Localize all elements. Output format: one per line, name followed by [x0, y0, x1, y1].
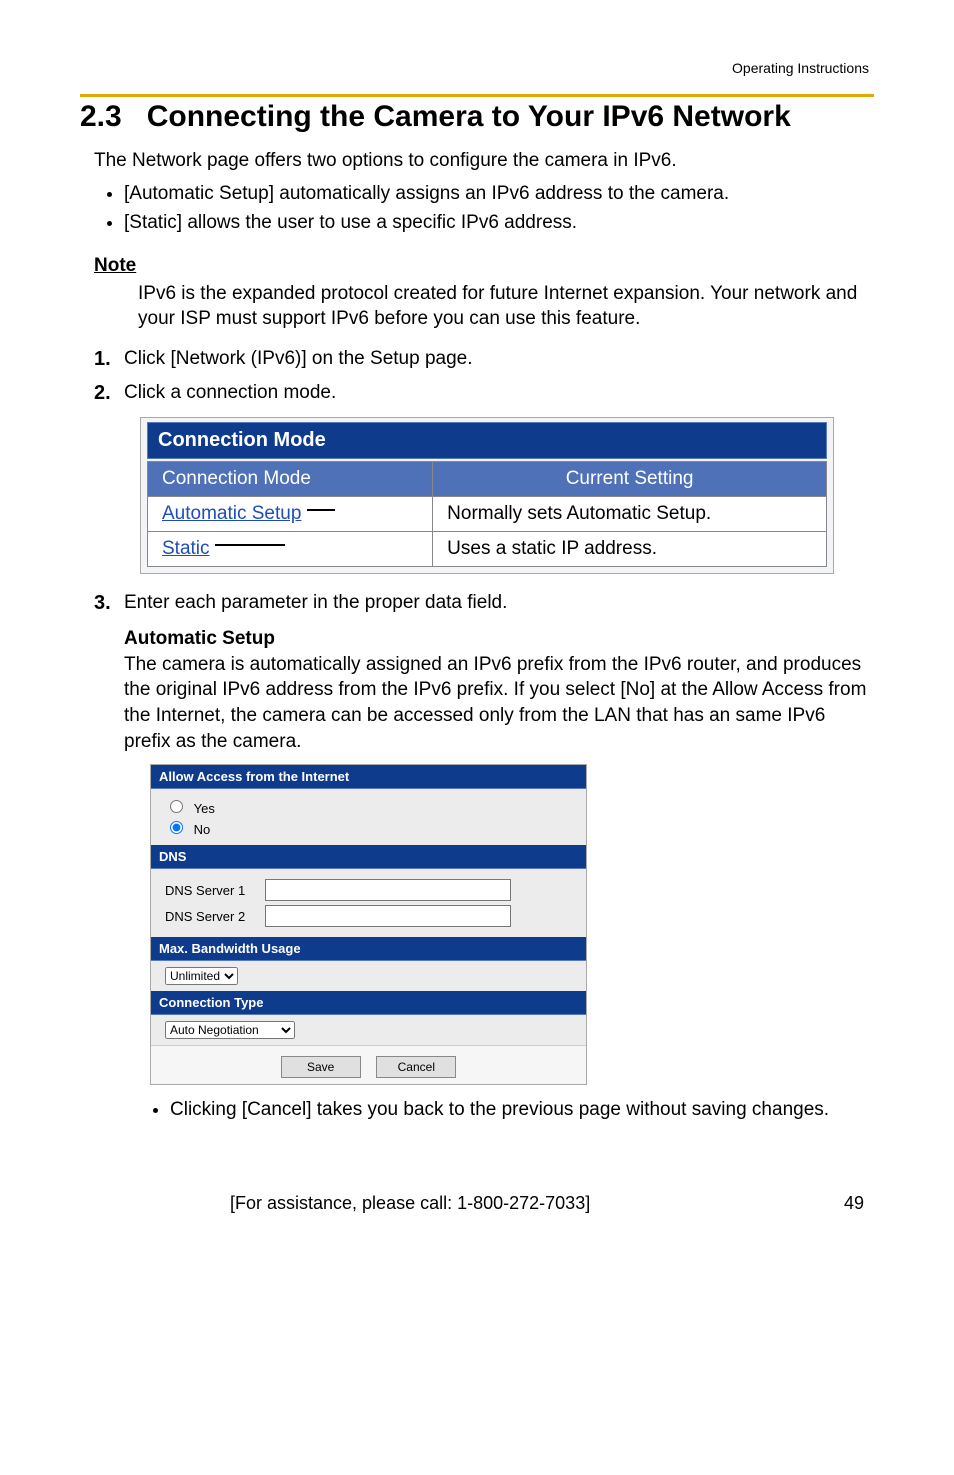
cancel-button[interactable]: Cancel	[376, 1056, 456, 1078]
allow-no-radio[interactable]	[170, 821, 183, 834]
connection-type-select[interactable]: Auto Negotiation	[165, 1021, 295, 1039]
dns1-label: DNS Server 1	[165, 883, 255, 898]
save-button[interactable]: Save	[281, 1056, 361, 1078]
allow-access-header: Allow Access from the Internet	[151, 765, 586, 789]
bandwidth-header: Max. Bandwidth Usage	[151, 937, 586, 961]
step-number: 3.	[94, 590, 111, 617]
callout-line	[215, 544, 285, 546]
step-number: 1.	[94, 346, 111, 373]
allow-yes-radio[interactable]	[170, 800, 183, 813]
list-item: [Static] allows the user to use a specif…	[124, 209, 874, 237]
dns2-label: DNS Server 2	[165, 909, 255, 924]
dns2-input[interactable]	[265, 905, 511, 927]
ipv6-settings-screenshot: Allow Access from the Internet Yes No DN…	[150, 764, 587, 1085]
static-link[interactable]: Static	[162, 538, 210, 559]
col-header-current: Current Setting	[433, 462, 827, 497]
mode-description: Uses a static IP address.	[433, 532, 827, 567]
col-header-mode: Connection Mode	[148, 462, 433, 497]
dns1-input[interactable]	[265, 879, 511, 901]
table-row: Automatic Setup Normally sets Automatic …	[148, 497, 827, 532]
allow-no-label: No	[194, 822, 211, 837]
auto-setup-title: Automatic Setup	[124, 628, 275, 649]
step-text: Enter each parameter in the proper data …	[124, 592, 507, 613]
cancel-note: Clicking [Cancel] takes you back to the …	[170, 1097, 874, 1123]
page-number: 49	[844, 1193, 864, 1214]
option-list: [Automatic Setup] automatically assigns …	[102, 180, 874, 237]
step-text: Click a connection mode.	[124, 382, 336, 403]
panel-title: Connection Mode	[147, 422, 827, 459]
bandwidth-select[interactable]: Unlimited	[165, 967, 238, 985]
step-2: 2. Click a connection mode.	[94, 380, 874, 406]
table-row: Static Uses a static IP address.	[148, 532, 827, 567]
connection-mode-table: Connection Mode Current Setting Automati…	[147, 461, 827, 567]
connection-mode-screenshot: Connection Mode Connection Mode Current …	[140, 417, 834, 574]
step-text: Click [Network (IPv6)] on the Setup page…	[124, 348, 473, 369]
header-rule	[80, 94, 874, 97]
list-item: [Automatic Setup] automatically assigns …	[124, 180, 874, 208]
footer-assist: [For assistance, please call: 1-800-272-…	[230, 1193, 590, 1214]
running-header: Operating Instructions	[80, 60, 874, 76]
section-heading: Connecting the Camera to Your IPv6 Netwo…	[147, 100, 791, 133]
mode-description: Normally sets Automatic Setup.	[433, 497, 827, 532]
note-label: Note	[94, 255, 874, 277]
intro-text: The Network page offers two options to c…	[94, 148, 874, 174]
step-1: 1. Click [Network (IPv6)] on the Setup p…	[94, 346, 874, 372]
section-number: 2.3	[80, 100, 122, 133]
automatic-setup-link[interactable]: Automatic Setup	[162, 503, 301, 524]
step-3: 3. Enter each parameter in the proper da…	[94, 590, 874, 616]
cancel-note-list: Clicking [Cancel] takes you back to the …	[148, 1097, 874, 1123]
callout-line	[307, 509, 335, 511]
connection-type-header: Connection Type	[151, 991, 586, 1015]
step-number: 2.	[94, 380, 111, 407]
section-title: 2.3 Connecting the Camera to Your IPv6 N…	[80, 100, 874, 134]
allow-yes-label: Yes	[194, 801, 215, 816]
auto-setup-body: The camera is automatically assigned an …	[124, 654, 866, 752]
dns-header: DNS	[151, 845, 586, 869]
note-body: IPv6 is the expanded protocol created fo…	[138, 281, 874, 332]
